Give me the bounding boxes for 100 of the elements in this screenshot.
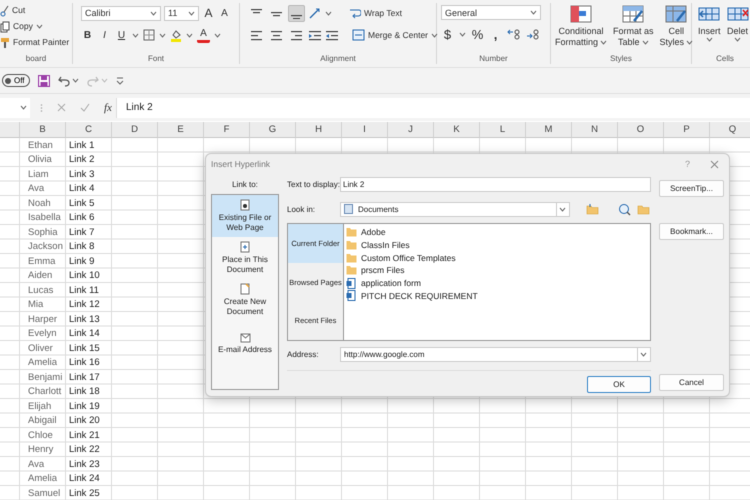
caret-icon[interactable]	[642, 40, 649, 45]
caret-icon[interactable]	[36, 24, 43, 29]
font-color-button[interactable]: A	[197, 28, 210, 42]
caret-icon[interactable]	[20, 105, 27, 110]
decrease-indent-icon[interactable]	[308, 29, 322, 41]
look-in-dropdown[interactable]: Documents	[340, 202, 570, 216]
column-header[interactable]: C	[66, 122, 112, 138]
table-cell-text: Abigail	[27, 414, 58, 428]
conditional-formatting-button[interactable]: Conditional Formatting	[553, 5, 610, 54]
underline-button[interactable]: U	[115, 28, 128, 42]
font-name-field[interactable]: Calibri	[81, 6, 161, 20]
caret-icon[interactable]	[325, 10, 332, 16]
caret-icon[interactable]	[600, 40, 608, 45]
undo-icon[interactable]	[58, 74, 70, 86]
align-left-icon[interactable]	[248, 29, 265, 41]
link-to-item[interactable]: Existing File or Web Page	[212, 195, 278, 237]
link-to-item[interactable]: E-mail Address	[212, 327, 278, 369]
caret-icon[interactable]	[640, 352, 646, 356]
bookmark-button[interactable]: Bookmark...	[659, 223, 724, 240]
copy-button[interactable]: Copy	[0, 19, 68, 34]
table-cell-text: Link 1	[68, 138, 96, 152]
table-cell-text: Link 9	[68, 254, 96, 268]
caret-icon[interactable]	[186, 32, 193, 38]
close-icon[interactable]	[710, 160, 719, 168]
comma-button[interactable]: ,	[489, 26, 502, 42]
caret-icon[interactable]	[132, 32, 139, 38]
cancel-button[interactable]: Cancel	[659, 374, 724, 391]
cut-button[interactable]: Cut	[0, 3, 68, 18]
file-item[interactable]: ClassIn Files	[346, 238, 648, 252]
column-header[interactable]: L	[480, 122, 526, 138]
currency-button[interactable]: $	[441, 26, 454, 42]
save-icon[interactable]	[38, 74, 50, 86]
search-web-icon[interactable]	[618, 202, 631, 216]
caret-icon[interactable]	[431, 32, 438, 38]
ok-button[interactable]: OK	[587, 376, 651, 393]
autosave-toggle[interactable]: Off	[2, 74, 30, 87]
file-item[interactable]: PITCH DECK REQUIREMENT	[346, 289, 648, 302]
screentip-button[interactable]: ScreenTip...	[659, 180, 724, 197]
column-header[interactable]: N	[572, 122, 618, 138]
column-header[interactable]: I	[342, 122, 388, 138]
address-field[interactable]: http://www.google.com	[340, 346, 651, 362]
table-cell-text: Link 7	[68, 226, 96, 240]
column-header[interactable]: B	[20, 122, 66, 138]
caret-icon[interactable]	[188, 10, 195, 16]
insert-button[interactable]: Insert	[696, 5, 723, 54]
check-icon[interactable]	[80, 103, 90, 112]
caret-icon[interactable]	[734, 37, 742, 42]
caret-icon[interactable]	[558, 206, 566, 212]
column-header[interactable]: E	[158, 122, 204, 138]
merge-center-button[interactable]: Merge & Center	[352, 28, 438, 42]
file-item[interactable]: prscm Files	[346, 264, 648, 277]
align-center-icon[interactable]	[268, 29, 285, 41]
file-item[interactable]: Adobe	[346, 226, 648, 239]
column-header[interactable]: H	[296, 122, 342, 138]
file-item[interactable]: Custom Office Templates	[346, 251, 648, 264]
column-header[interactable]: J	[388, 122, 434, 138]
percent-button[interactable]: %	[471, 26, 484, 42]
bold-button[interactable]: B	[81, 28, 94, 42]
caret-icon[interactable]	[214, 32, 221, 38]
text-to-display-label: Text to display:	[287, 180, 340, 188]
italic-button[interactable]: I	[98, 28, 111, 42]
link-to-item[interactable]: Create New Document	[212, 279, 278, 321]
grow-font-button[interactable]: A	[202, 6, 215, 20]
column-header[interactable]: O	[618, 122, 664, 138]
format-as-table-button[interactable]: Format as Table	[611, 5, 656, 54]
increase-decimal-icon[interactable]	[507, 28, 521, 40]
column-header[interactable]: Q	[710, 122, 750, 138]
number-format-field[interactable]: General	[441, 5, 541, 20]
wrap-text-button[interactable]: Wrap Text	[349, 6, 402, 20]
cell-styles-button[interactable]: Cell Styles	[658, 5, 696, 54]
insert-function-button[interactable]: fx	[104, 102, 112, 114]
caret-icon[interactable]	[459, 32, 466, 36]
increase-indent-icon[interactable]	[325, 29, 339, 41]
shrink-font-button[interactable]: A	[218, 6, 231, 20]
align-right-icon[interactable]	[288, 29, 305, 41]
caret-icon[interactable]	[530, 10, 537, 15]
font-size-field[interactable]: 11	[164, 6, 199, 20]
caret-icon[interactable]	[159, 32, 166, 38]
column-header[interactable]: F	[204, 122, 250, 138]
caret-icon[interactable]	[72, 78, 79, 83]
text-to-display-field[interactable]: Link 2	[340, 176, 651, 192]
file-item[interactable]: application form	[346, 276, 648, 290]
column-header[interactable]: P	[664, 122, 710, 138]
orientation-icon[interactable]	[308, 7, 322, 19]
link-to-item[interactable]: Place in This Document	[212, 237, 278, 279]
column-header[interactable]: K	[434, 122, 480, 138]
column-header[interactable]: D	[112, 122, 158, 138]
customize-icon[interactable]	[116, 76, 124, 84]
borders-icon[interactable]	[143, 29, 155, 41]
column-header[interactable]: M	[526, 122, 572, 138]
format-painter-button[interactable]: Format Painter	[0, 35, 68, 50]
fill-color-icon[interactable]	[170, 28, 182, 42]
file-list[interactable]: Adobe ClassIn Files Custom Office Templates prscm Files application form PITCH DECK REQUIREMENT	[344, 224, 650, 340]
caret-icon[interactable]	[706, 37, 713, 42]
decrease-decimal-icon[interactable]	[526, 28, 540, 40]
column-header[interactable]: G	[250, 122, 296, 138]
delete-button[interactable]: Delet	[724, 5, 750, 54]
caret-icon[interactable]	[686, 40, 694, 45]
formula-field[interactable]: Link 2	[116, 98, 750, 118]
caret-icon[interactable]	[150, 10, 157, 16]
